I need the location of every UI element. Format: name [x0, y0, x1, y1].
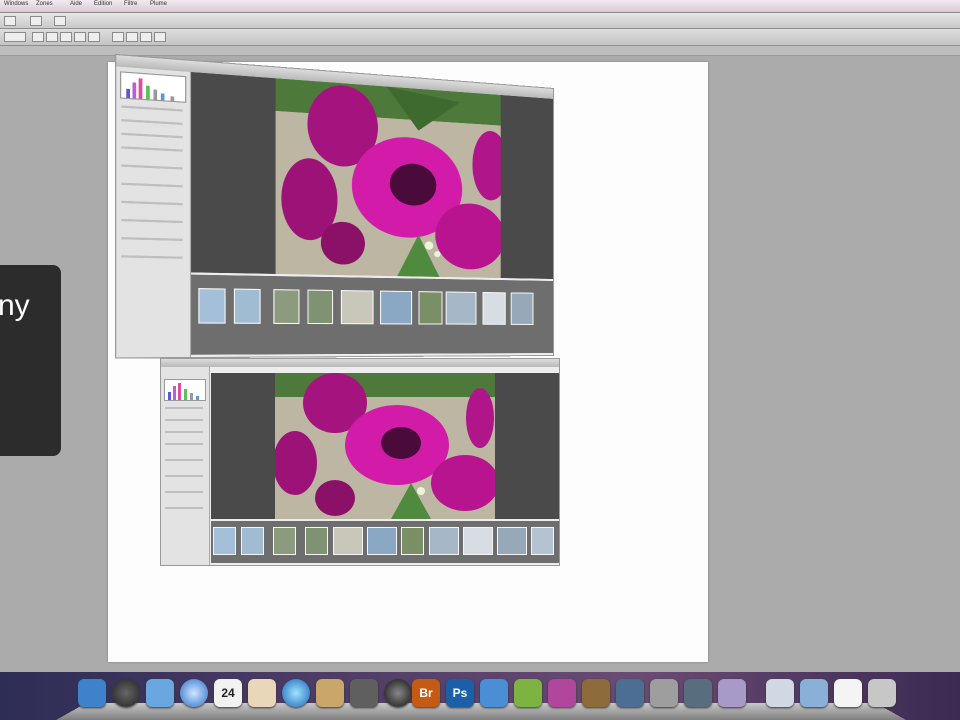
thumbnail[interactable] — [273, 527, 296, 555]
flower-image — [275, 373, 495, 519]
application-icon[interactable] — [616, 679, 644, 707]
thumbnail[interactable] — [445, 291, 477, 325]
document-page[interactable] — [108, 53, 708, 662]
document-stack-icon[interactable] — [834, 679, 862, 707]
application-icon[interactable] — [718, 679, 746, 707]
trash-icon[interactable] — [868, 679, 896, 707]
distribute-top-icon[interactable] — [112, 32, 124, 42]
auto-align-icon[interactable] — [154, 32, 166, 42]
menu-item-zones[interactable]: Zones — [36, 1, 53, 7]
align-center-icon[interactable] — [46, 32, 58, 42]
thumbnail[interactable] — [307, 289, 334, 325]
photoshop-icon[interactable]: Ps — [446, 679, 474, 707]
screen-mode-icon[interactable] — [54, 16, 66, 26]
menu-item-aide[interactable]: Aide — [70, 1, 82, 7]
align-right-icon[interactable] — [88, 32, 100, 42]
filmstrip — [211, 521, 559, 563]
bridge-screenshot-perspective — [114, 53, 554, 359]
application-icon[interactable] — [548, 679, 576, 707]
bridge-screenshot-flat — [160, 358, 560, 566]
safari-icon[interactable] — [180, 679, 208, 707]
thumbnail[interactable] — [401, 527, 424, 555]
thumbnail[interactable] — [367, 527, 397, 555]
adjustment-panel — [116, 66, 192, 358]
itunes-icon[interactable] — [282, 679, 310, 707]
thumbnail[interactable] — [510, 292, 534, 325]
adjustment-panel — [161, 367, 210, 565]
dashboard-icon[interactable] — [112, 679, 140, 707]
camera-raw-icon[interactable] — [384, 679, 412, 707]
application-icon[interactable] — [684, 679, 712, 707]
align-bottom-icon[interactable] — [60, 32, 72, 42]
menu-item-filtre[interactable]: Filtre — [124, 1, 137, 7]
flower-photo — [275, 373, 495, 519]
image-viewer — [191, 72, 554, 279]
histogram — [164, 379, 206, 401]
document-tab[interactable] — [0, 46, 960, 56]
thumbnail[interactable] — [497, 527, 527, 555]
finder-icon[interactable] — [78, 679, 106, 707]
iphoto-icon[interactable] — [316, 679, 344, 707]
thumbnail[interactable] — [531, 527, 554, 555]
window-toolbar — [161, 359, 559, 367]
downloads-stack-icon[interactable] — [766, 679, 794, 707]
align-top-icon[interactable] — [32, 32, 44, 42]
thumbnail[interactable] — [273, 289, 300, 325]
arrange-icon[interactable] — [30, 16, 42, 26]
bridge-icon[interactable]: Br — [412, 679, 440, 707]
thumbnail[interactable] — [463, 527, 493, 555]
thumbnail[interactable] — [213, 527, 236, 555]
application-icon[interactable] — [582, 679, 610, 707]
address-book-icon[interactable] — [248, 679, 276, 707]
align-left-icon[interactable] — [74, 32, 86, 42]
tool-preset-icon[interactable] — [4, 16, 16, 26]
histogram — [119, 71, 187, 103]
image-viewer — [211, 373, 559, 519]
menu-bar: Windows Zones Aide Edition Filtre Plume — [0, 0, 960, 13]
callout-text: ny — [0, 289, 30, 322]
menu-item-plume[interactable]: Plume — [150, 1, 167, 7]
menu-item-windows[interactable]: Windows — [4, 1, 28, 7]
application-icon[interactable] — [480, 679, 508, 707]
thumbnail[interactable] — [340, 290, 374, 325]
thumbnail[interactable] — [198, 288, 226, 324]
filmstrip — [191, 274, 554, 355]
system-preferences-icon[interactable] — [650, 679, 678, 707]
application-bar — [0, 13, 960, 29]
callout-overlay: ny , — [0, 265, 61, 456]
menu-item-edition[interactable]: Edition — [94, 1, 112, 7]
thumbnail[interactable] — [482, 292, 506, 325]
thumbnail[interactable] — [241, 527, 264, 555]
distribute-center-icon[interactable] — [126, 32, 138, 42]
folder-stack-icon[interactable] — [800, 679, 828, 707]
thumbnail[interactable] — [380, 290, 413, 325]
thumbnail[interactable] — [305, 527, 328, 555]
thumbnail[interactable] — [418, 291, 443, 325]
tool-options-dropdown[interactable] — [4, 32, 26, 42]
application-icon[interactable] — [514, 679, 542, 707]
flower-image — [275, 78, 501, 279]
thumbnail[interactable] — [333, 527, 363, 555]
distribute-bottom-icon[interactable] — [140, 32, 152, 42]
mail-icon[interactable] — [146, 679, 174, 707]
flower-photo — [275, 78, 501, 279]
options-bar — [0, 29, 960, 46]
calendar-icon[interactable]: 24 — [214, 679, 242, 707]
thumbnail[interactable] — [233, 288, 261, 324]
thumbnail[interactable] — [429, 527, 459, 555]
dock: 24 Br Ps — [56, 672, 906, 720]
aperture-icon[interactable] — [350, 679, 378, 707]
